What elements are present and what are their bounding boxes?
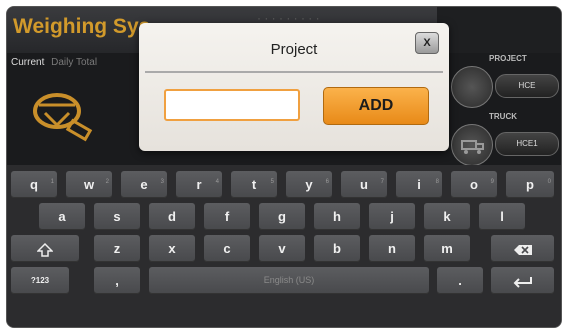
key-label: u <box>360 177 368 192</box>
key-alt-label: 8 <box>435 179 439 185</box>
key-s[interactable]: s <box>94 203 140 230</box>
key-i[interactable]: i8 <box>396 171 442 198</box>
key-x[interactable]: x <box>149 235 195 262</box>
key-label: p <box>526 177 534 192</box>
truck-label: TRUCK <box>489 112 517 121</box>
truck-button[interactable] <box>451 124 493 166</box>
keyboard-row-2: a s d f g h j k l <box>7 199 561 233</box>
key-v[interactable]: v <box>259 235 305 262</box>
key-b[interactable]: b <box>314 235 360 262</box>
key-q[interactable]: q1 <box>11 171 57 198</box>
enter-key[interactable] <box>491 267 554 294</box>
symbols-key[interactable]: ?123 <box>11 267 69 294</box>
weighing-scale-icon <box>33 93 93 142</box>
key-label: i <box>417 177 421 192</box>
app-title: Weighing Sys <box>13 15 151 38</box>
key-e[interactable]: e3 <box>121 171 167 198</box>
key-r[interactable]: r4 <box>176 171 222 198</box>
key-z[interactable]: z <box>94 235 140 262</box>
enter-icon <box>513 276 532 288</box>
key-alt-label: 3 <box>160 179 164 185</box>
project-name-input[interactable] <box>164 89 300 121</box>
keyboard-row-4: ?123 , English (US) . <box>7 263 561 297</box>
key-m[interactable]: m <box>424 235 470 262</box>
key-alt-label: 4 <box>215 179 219 185</box>
key-a[interactable]: a <box>39 203 85 230</box>
dialog-divider <box>145 71 443 73</box>
key-alt-label: 2 <box>105 179 109 185</box>
key-alt-label: 6 <box>325 179 329 185</box>
key-alt-label: 0 <box>547 179 551 185</box>
period-key[interactable]: . <box>437 267 483 294</box>
backspace-key[interactable] <box>491 235 554 262</box>
key-d[interactable]: d <box>149 203 195 230</box>
add-button[interactable]: ADD <box>323 87 429 125</box>
tab-daily-total[interactable]: Daily Total <box>51 57 97 68</box>
key-label: w <box>83 177 95 192</box>
shift-icon <box>36 242 54 257</box>
key-h[interactable]: h <box>314 203 360 230</box>
key-label: y <box>305 177 313 192</box>
key-label: o <box>470 177 478 192</box>
key-w[interactable]: w2 <box>66 171 112 198</box>
key-alt-label: 7 <box>380 179 384 185</box>
tab-current[interactable]: Current <box>11 57 44 68</box>
key-k[interactable]: k <box>424 203 470 230</box>
project-button[interactable] <box>451 66 493 108</box>
key-label: r <box>196 177 202 192</box>
key-l[interactable]: l <box>479 203 525 230</box>
key-g[interactable]: g <box>259 203 305 230</box>
comma-key[interactable]: , <box>94 267 140 294</box>
key-u[interactable]: u7 <box>341 171 387 198</box>
project-value[interactable]: HCE <box>495 74 559 98</box>
shift-key[interactable] <box>11 235 79 262</box>
space-key[interactable]: English (US) <box>149 267 429 294</box>
keyboard-row-1: q1 w2 e3 r4 t5 y6 u7 i8 o9 p0 <box>7 167 561 201</box>
key-n[interactable]: n <box>369 235 415 262</box>
key-label: q <box>30 177 38 192</box>
key-alt-label: 9 <box>490 179 494 185</box>
key-label: t <box>251 177 257 192</box>
close-button[interactable]: X <box>415 32 439 54</box>
truck-value[interactable]: HCE1 <box>495 132 559 156</box>
key-p[interactable]: p0 <box>506 171 554 198</box>
device-screen: Weighing Sys · · · · · · · · · Current D… <box>6 6 562 328</box>
key-c[interactable]: c <box>204 235 250 262</box>
key-j[interactable]: j <box>369 203 415 230</box>
key-alt-label: 5 <box>270 179 274 185</box>
truck-icon <box>461 140 484 154</box>
key-o[interactable]: o9 <box>451 171 497 198</box>
dialog-title: Project <box>270 41 318 58</box>
onscreen-keyboard: q1 w2 e3 r4 t5 y6 u7 i8 o9 p0 a s d f g … <box>7 165 561 327</box>
keyboard-row-3: z x c v b n m <box>7 231 561 265</box>
side-panel: PROJECT HCE TRUCK HCE1 <box>451 52 561 166</box>
app-header-right <box>437 7 561 53</box>
backspace-icon <box>513 244 532 255</box>
key-t[interactable]: t5 <box>231 171 277 198</box>
project-dialog: Project X ADD <box>139 23 449 151</box>
key-y[interactable]: y6 <box>286 171 332 198</box>
key-alt-label: 1 <box>50 179 54 185</box>
key-label: e <box>140 177 148 192</box>
key-f[interactable]: f <box>204 203 250 230</box>
project-label: PROJECT <box>489 54 527 63</box>
